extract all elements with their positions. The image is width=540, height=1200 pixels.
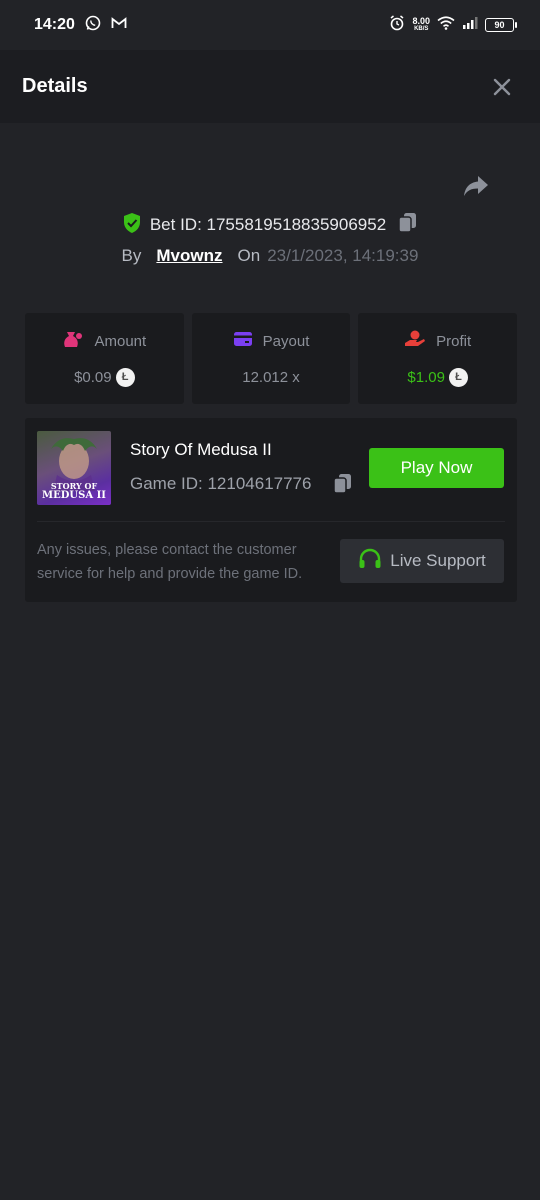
stat-profit-value: $1.09	[407, 368, 445, 386]
copy-game-id-button[interactable]	[333, 473, 353, 500]
game-thumbnail[interactable]: STORY OF MEDUSA II	[37, 431, 111, 505]
whatsapp-icon	[85, 15, 101, 36]
copy-icon	[333, 474, 351, 494]
stat-profit-value-row: $1.09 Ł	[407, 367, 468, 387]
hand-coin-icon	[404, 330, 426, 352]
status-left: 14:20	[34, 15, 127, 36]
headset-icon	[358, 548, 382, 575]
stat-amount: Amount $0.09 Ł	[25, 313, 184, 404]
copy-bet-id-button[interactable]	[398, 212, 418, 239]
copy-icon	[398, 212, 417, 233]
username-link[interactable]: Mvownz	[156, 246, 222, 266]
live-support-button[interactable]: Live Support	[340, 539, 504, 583]
by-label: By	[121, 246, 142, 265]
bet-id-row: Bet ID: 1755819518835906952	[0, 210, 540, 240]
stat-amount-label: Amount	[94, 332, 147, 350]
stat-profit-label-row: Profit	[404, 330, 472, 352]
alarm-icon	[389, 14, 405, 36]
stat-payout-value: 12.012 x	[242, 368, 300, 386]
litecoin-icon: Ł	[448, 367, 468, 387]
signal-icon	[462, 16, 478, 34]
status-right: 8.00 KB/S 90	[389, 14, 517, 36]
game-card: STORY OF MEDUSA II Story Of Medusa II Ga…	[25, 418, 517, 602]
status-time: 14:20	[34, 16, 75, 33]
stat-profit: Profit $1.09 Ł	[358, 313, 518, 404]
shield-check-icon	[122, 212, 142, 239]
net-speed-value: 8.00	[412, 16, 430, 26]
wifi-icon	[437, 15, 455, 35]
page-title: Details	[22, 75, 88, 97]
net-speed-unit: KB/S	[414, 26, 429, 32]
share-button[interactable]	[462, 174, 492, 200]
credit-card-icon	[233, 331, 253, 351]
game-thumb-title-line2: MEDUSA II	[42, 490, 106, 501]
bet-by-row: By Mvownz On 23/1/2023, 14:19:39	[0, 242, 540, 270]
stat-profit-label: Profit	[436, 332, 472, 350]
litecoin-icon: Ł	[115, 367, 135, 387]
live-support-label: Live Support	[390, 551, 486, 570]
bet-id: Bet ID: 1755819518835906952	[149, 215, 387, 234]
status-bar: 14:20 8.00 KB/S 90	[0, 0, 540, 50]
play-now-button[interactable]: Play Now	[369, 448, 504, 488]
stat-amount-value-row: $0.09 Ł	[74, 367, 135, 387]
close-button[interactable]	[490, 75, 514, 99]
stat-payout-value-row: 12.012 x	[242, 367, 300, 387]
game-id: Game ID: 12104617776	[130, 474, 312, 493]
divider	[37, 521, 505, 522]
battery-indicator: 90	[485, 18, 517, 32]
details-header: Details	[0, 50, 540, 123]
support-notice: Any issues, please contact the customer …	[37, 542, 303, 582]
money-bag-icon	[62, 330, 84, 352]
on-label: On	[237, 246, 261, 265]
bet-stats: Amount $0.09 Ł Payout 12.012 x Profit $1…	[25, 313, 518, 404]
gmail-icon	[111, 16, 127, 35]
stat-amount-value: $0.09	[74, 368, 112, 386]
game-title: Story Of Medusa II	[130, 440, 272, 459]
stat-payout-label-row: Payout	[233, 331, 310, 351]
bet-date: 23/1/2023, 14:19:39	[267, 246, 419, 265]
net-speed: 8.00 KB/S	[412, 17, 430, 33]
stat-payout: Payout 12.012 x	[191, 313, 351, 404]
stat-payout-label: Payout	[262, 332, 310, 350]
stat-amount-label-row: Amount	[62, 331, 146, 351]
share-icon	[464, 176, 488, 196]
close-icon	[493, 78, 511, 95]
